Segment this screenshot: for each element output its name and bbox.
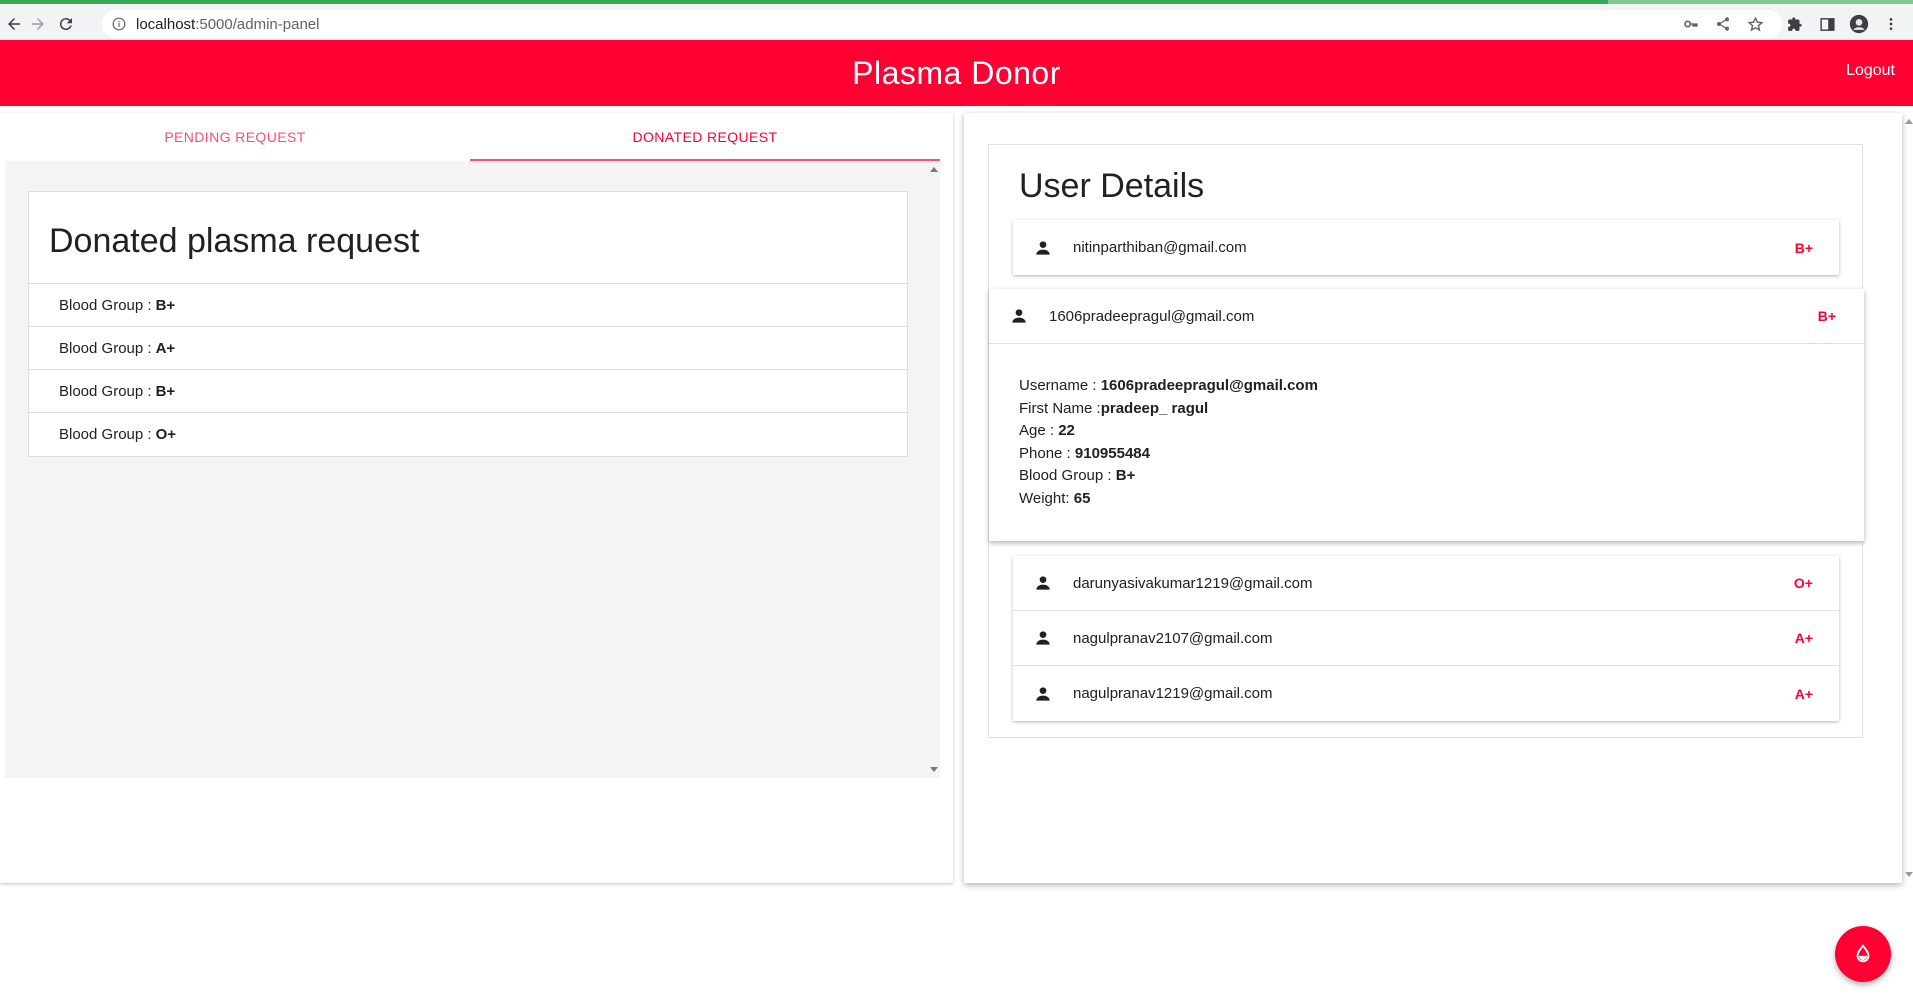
reload-icon [59,18,72,31]
more-vert-icon [1889,18,1893,30]
blood-group-label: Blood Group : [59,296,152,314]
scrollbar[interactable] [927,161,940,778]
password-key-button[interactable] [1679,12,1703,36]
tab-donated-request[interactable]: DONATED REQUEST [470,113,940,161]
arrow-left-icon [8,18,20,30]
request-tabs: PENDING REQUEST DONATED REQUEST [0,113,940,161]
user-email: nagulpranav2107@gmail.com [1073,629,1273,647]
blood-group-badge: A+ [1794,630,1813,646]
forward-button[interactable] [26,12,50,36]
user-list: darunyasivakumar1219@gmail.com O+ nagulp… [1013,556,1839,721]
avatar-icon [1849,14,1869,34]
detail-weight: Weight: 65 [1019,489,1091,507]
donated-card: Donated plasma request Blood Group : B+ B… [28,191,908,457]
blood-group-value: A+ [155,339,176,357]
scroll-up-arrow-icon[interactable] [1905,119,1913,124]
person-icon [1012,309,1026,323]
share-icon [1717,17,1729,31]
info-icon [112,17,126,31]
detail-age: Age : 22 [1019,422,1075,440]
browser-toolbar: localhost:5000/admin-panel [0,0,1913,40]
user-email: nagulpranav1219@gmail.com [1073,685,1273,702]
blood-group-label: Blood Group : [59,339,152,357]
user-details-card: User Details nitinparthiban@gmail.com B+… [988,144,1864,738]
reload-button[interactable] [54,12,78,36]
user-detail-fields: Username : 1606pradeepragul@gmail.com Fi… [989,344,1864,511]
blood-group-value: B+ [155,382,176,400]
scroll-up-arrow-icon[interactable] [930,167,938,172]
share-button[interactable] [1711,12,1735,36]
list-item[interactable]: Blood Group : A+ [29,327,907,370]
arrow-right-icon [32,18,44,30]
donated-title: Donated plasma request [29,192,907,284]
blood-group-badge: O+ [1793,575,1813,591]
user-list-item[interactable]: nagulpranav1219@gmail.com A+ [1013,666,1839,721]
blood-drop-fab-button[interactable] [1835,926,1891,982]
blood-group-badge: B+ [1817,308,1836,324]
address-bar[interactable]: localhost:5000/admin-panel [102,10,1782,38]
bookmark-button[interactable] [1743,12,1767,36]
list-item[interactable]: Blood Group : O+ [29,413,907,456]
blood-group-badge: A+ [1794,685,1813,702]
person-icon [1036,686,1050,701]
profile-button[interactable] [1847,12,1871,36]
side-panel-icon [1819,17,1835,31]
user-list-item[interactable]: darunyasivakumar1219@gmail.com O+ [1013,556,1839,611]
requests-panel: PENDING REQUEST DONATED REQUEST Donated … [0,113,953,883]
scroll-down-arrow-icon[interactable] [1905,872,1913,877]
scrollbar[interactable] [1902,113,1913,883]
person-icon [1036,576,1050,590]
user-list-item[interactable]: nagulpranav2107@gmail.com A+ [1013,611,1839,666]
user-details-title: User Details [1019,167,1205,205]
person-icon [1036,631,1050,645]
key-icon [1684,20,1698,28]
star-icon [1746,15,1764,31]
puzzle-icon [1787,16,1802,31]
blood-group-badge: B+ [1794,239,1813,256]
detail-username: Username : 1606pradeepragul@gmail.com [1019,377,1318,394]
extensions-button[interactable] [1782,12,1806,36]
user-list-item[interactable]: nitinparthiban@gmail.com B+ [1013,220,1839,275]
app-title: Plasma Donor [852,55,1061,91]
tab-content: Donated plasma request Blood Group : B+ B… [5,161,940,778]
user-email: nitinparthiban@gmail.com [1073,239,1247,256]
list-item[interactable]: Blood Group : B+ [29,284,907,327]
tab-pending-request[interactable]: PENDING REQUEST [0,113,470,161]
blood-group-value: B+ [155,296,176,314]
url-text: localhost:5000/admin-panel [136,15,320,33]
detail-phone: Phone : 910955484 [1019,444,1150,462]
side-panel-button[interactable] [1815,12,1839,36]
detail-first-name: First Name :pradeep_ ragul [1019,399,1209,417]
page-load-progress [0,0,1608,4]
list-item[interactable]: Blood Group : B+ [29,370,907,413]
person-icon [1036,240,1050,255]
back-button[interactable] [2,12,26,36]
app-bar: Plasma Donor Logout [0,40,1913,106]
user-details-panel: User Details nitinparthiban@gmail.com B+… [964,113,1913,883]
scroll-down-arrow-icon[interactable] [930,767,938,772]
user-email: 1606pradeepragul@gmail.com [1049,307,1255,325]
blood-drop-icon [1856,944,1870,963]
user-email: darunyasivakumar1219@gmail.com [1073,574,1313,592]
blood-group-label: Blood Group : [59,426,152,443]
browser-menu-button[interactable] [1879,12,1903,36]
expanded-user-header[interactable]: 1606pradeepragul@gmail.com B+ [989,289,1864,344]
blood-group-label: Blood Group : [59,382,152,400]
logout-button[interactable]: Logout [1846,62,1895,80]
expanded-user-panel: 1606pradeepragul@gmail.com B+ Username :… [989,289,1864,541]
detail-blood-group: Blood Group : B+ [1019,467,1136,485]
blood-group-value: O+ [155,426,176,443]
